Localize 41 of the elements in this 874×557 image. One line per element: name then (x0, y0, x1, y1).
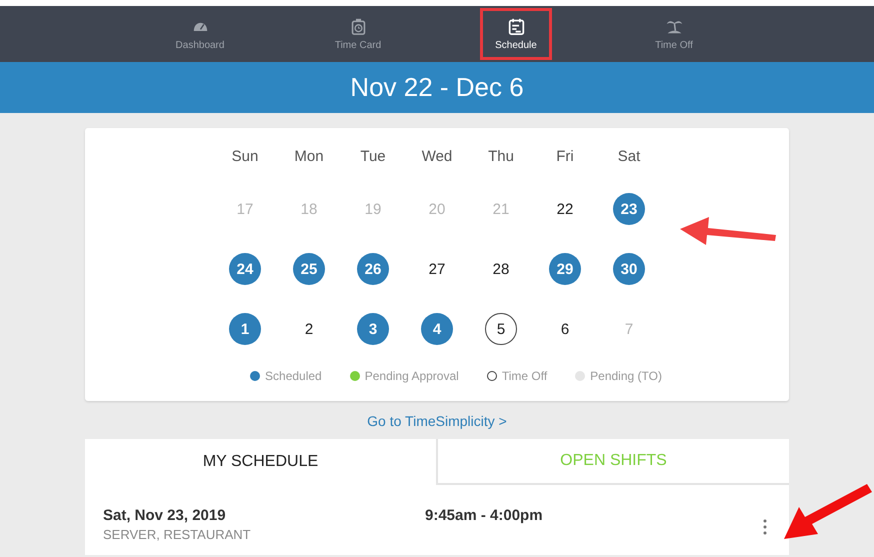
calendar-day[interactable]: 23 (613, 193, 645, 225)
shift-date: Sat, Nov 23, 2019 (103, 507, 227, 524)
calendar-day[interactable]: 26 (357, 253, 389, 285)
timesimplicity-link[interactable]: Go to TimeSimplicity > (367, 413, 507, 429)
calendar-day[interactable]: 22 (549, 193, 581, 225)
nav-tab[interactable]: Schedule (480, 8, 552, 60)
calendar-day[interactable]: 4 (421, 313, 453, 345)
weekday-label: Tue (360, 148, 386, 165)
calendar-day[interactable]: 27 (421, 253, 453, 285)
more-options-icon[interactable] (763, 519, 767, 535)
calendar-day[interactable]: 6 (549, 313, 581, 345)
calendar-day[interactable]: 24 (229, 253, 261, 285)
weekday-label: Fri (556, 148, 574, 165)
shift-row[interactable]: Sat, Nov 23, 2019 SERVER, RESTAURANT 9:45am - 4:00pm (85, 485, 789, 555)
calendar-day[interactable]: 3 (357, 313, 389, 345)
calendar-day[interactable]: 2 (293, 313, 325, 345)
nav-tab[interactable]: Dashboard (141, 8, 259, 60)
weekday-label: Mon (294, 148, 324, 165)
stopwatch-icon (350, 18, 366, 34)
calendar-day[interactable]: 28 (485, 253, 517, 285)
weekday-label: Sat (618, 148, 640, 165)
calendar-icon (508, 18, 524, 34)
date-range-title: Nov 22 - Dec 6 (350, 72, 524, 103)
legend-label: Pending (TO) (590, 369, 662, 383)
shift-time: 9:45am - 4:00pm (425, 507, 544, 524)
legend-label: Pending Approval (364, 369, 459, 383)
legend-label: Scheduled (265, 369, 322, 383)
legend-label: Time Off (502, 369, 548, 383)
weekday-label: Wed (422, 148, 452, 165)
calendar-day[interactable]: 30 (613, 253, 645, 285)
calendar-day[interactable]: 29 (549, 253, 581, 285)
nav-tab[interactable]: Time Card (299, 8, 417, 60)
nav-tab[interactable]: Time Off (615, 8, 733, 60)
gauge-icon (192, 20, 208, 30)
calendar-day[interactable]: 25 (293, 253, 325, 285)
calendar-day[interactable]: 5 (485, 313, 517, 345)
weekday-label: Thu (488, 148, 514, 165)
tab[interactable]: MY SCHEDULE (85, 439, 436, 485)
weekday-label: Sun (232, 148, 258, 165)
shift-role: SERVER, RESTAURANT (103, 527, 252, 542)
calendar-day[interactable]: 1 (229, 313, 261, 345)
